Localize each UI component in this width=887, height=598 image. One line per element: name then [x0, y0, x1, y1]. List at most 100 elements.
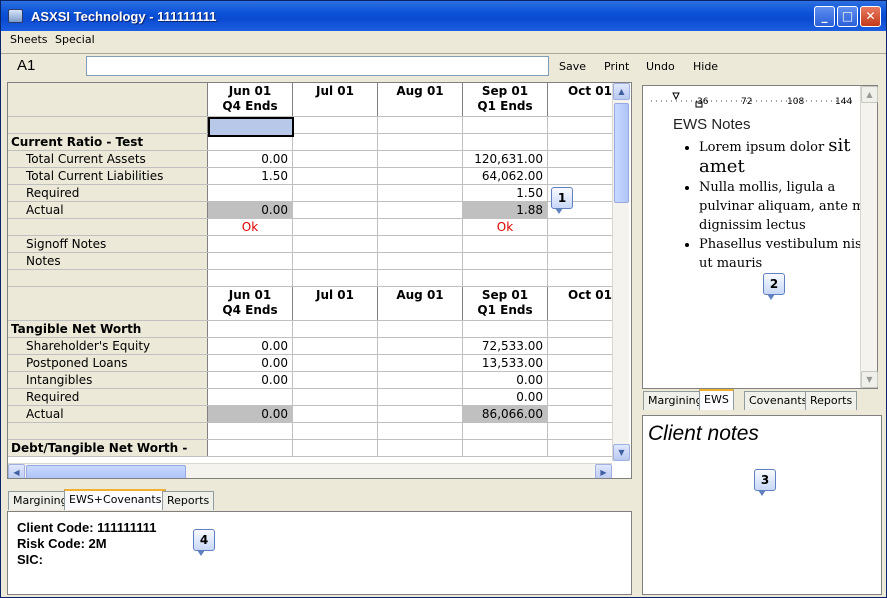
spreadsheet-grid[interactable]: Jun 01 Q4 Ends Jul 01 Aug 01 Sep 01 Q1 Ends Oc… [7, 82, 632, 479]
scroll-right-icon[interactable]: ▶ [595, 464, 612, 478]
grid-cell[interactable] [378, 338, 463, 354]
grid-cell[interactable]: 0.00 [208, 338, 293, 354]
tab-ews[interactable]: EWS [699, 389, 734, 410]
grid-cell[interactable] [208, 440, 293, 456]
column-header[interactable]: Jun 01 Q4 Ends [208, 83, 293, 116]
grid-cell[interactable] [378, 185, 463, 201]
grid-cell[interactable] [293, 321, 378, 337]
grid-cell[interactable] [378, 117, 463, 133]
grid-cell[interactable] [208, 270, 293, 286]
column-header[interactable]: Sep 01 Q1 Ends [463, 83, 548, 116]
tab-margining[interactable]: Margining [8, 491, 73, 510]
grid-cell[interactable] [293, 253, 378, 269]
grid-cell[interactable]: 1.88 [463, 202, 548, 218]
formula-input[interactable] [86, 56, 549, 76]
grid-cell[interactable]: 1.50 [208, 168, 293, 184]
grid-cell[interactable] [293, 185, 378, 201]
grid-cell[interactable] [293, 134, 378, 150]
grid-cell[interactable] [293, 236, 378, 252]
grid-cell[interactable] [378, 372, 463, 388]
close-button[interactable]: ✕ [860, 6, 881, 27]
grid-cell[interactable]: 86,066.00 [463, 406, 548, 422]
grid-cell[interactable]: 64,062.00 [463, 168, 548, 184]
grid-cell[interactable] [463, 134, 548, 150]
grid-cell[interactable] [463, 236, 548, 252]
grid-cell[interactable]: 0.00 [208, 202, 293, 218]
grid-cell[interactable] [293, 168, 378, 184]
grid-cell[interactable]: 0.00 [463, 389, 548, 405]
grid-cell[interactable] [293, 389, 378, 405]
undo-button[interactable]: Undo [646, 60, 675, 73]
tab-reports-right[interactable]: Reports [805, 391, 858, 410]
grid-cell[interactable] [208, 236, 293, 252]
grid-cell[interactable] [378, 253, 463, 269]
horizontal-scrollbar[interactable]: ◀ ▶ [8, 463, 612, 478]
grid-cell[interactable] [293, 423, 378, 439]
horizontal-scroll-thumb[interactable] [26, 465, 186, 478]
grid-cell[interactable]: 120,631.00 [463, 151, 548, 167]
grid-cell[interactable] [378, 202, 463, 218]
grid-cell[interactable] [378, 219, 463, 235]
grid-cell[interactable] [463, 440, 548, 456]
column-header[interactable]: Aug 01 [378, 287, 463, 320]
grid-cell[interactable] [208, 321, 293, 337]
scroll-down-icon[interactable]: ▼ [613, 444, 630, 461]
grid-cell[interactable]: 13,533.00 [463, 355, 548, 371]
grid-cell[interactable] [463, 423, 548, 439]
grid-cell[interactable] [378, 440, 463, 456]
maximize-button[interactable]: □ [837, 6, 858, 27]
grid-cell[interactable] [378, 389, 463, 405]
title-bar[interactable]: ASXSI Technology - 111111111 _ □ ✕ [1, 1, 886, 31]
tab-covenants[interactable]: Covenants [744, 391, 813, 410]
grid-cell[interactable] [463, 321, 548, 337]
vertical-scroll-thumb[interactable] [614, 103, 629, 203]
grid-cell[interactable] [208, 253, 293, 269]
grid-cell[interactable] [293, 117, 378, 133]
selected-cell[interactable] [208, 117, 294, 137]
scroll-up-icon[interactable]: ▲ [613, 83, 630, 100]
grid-cell[interactable] [378, 151, 463, 167]
grid-cell[interactable] [378, 168, 463, 184]
ews-scrollbar[interactable]: ▲ ▼ [860, 86, 878, 388]
column-header[interactable]: Aug 01 [378, 83, 463, 116]
grid-cell[interactable]: Ok [463, 219, 548, 235]
grid-cell[interactable]: 0.00 [208, 406, 293, 422]
grid-cell[interactable] [378, 423, 463, 439]
grid-cell[interactable] [463, 270, 548, 286]
client-notes-panel[interactable]: Client notes [642, 415, 882, 595]
vertical-scrollbar[interactable]: ▲ ▼ [612, 83, 630, 461]
grid-cell[interactable] [293, 219, 378, 235]
grid-cell[interactable] [463, 117, 548, 133]
grid-cell[interactable] [293, 270, 378, 286]
grid-cell[interactable] [378, 406, 463, 422]
grid-cell[interactable] [293, 372, 378, 388]
grid-cell[interactable] [208, 185, 293, 201]
scroll-left-icon[interactable]: ◀ [8, 464, 25, 478]
grid-cell[interactable] [293, 202, 378, 218]
save-button[interactable]: Save [559, 60, 586, 73]
grid-cell[interactable]: 1.50 [463, 185, 548, 201]
column-header[interactable]: Sep 01 Q1 Ends [463, 287, 548, 320]
scroll-down-icon[interactable]: ▼ [861, 371, 878, 388]
grid-cell[interactable] [208, 389, 293, 405]
ews-notes-editor[interactable]: 36 72 108 144 EWS Notes Lorem ipsum dolo… [642, 85, 878, 389]
print-button[interactable]: Print [604, 60, 629, 73]
grid-cell[interactable] [378, 321, 463, 337]
tab-margining-right[interactable]: Margining [643, 391, 708, 410]
grid-cell[interactable] [378, 270, 463, 286]
grid-cell[interactable] [293, 151, 378, 167]
minimize-button[interactable]: _ [814, 6, 835, 27]
grid-cell[interactable] [208, 423, 293, 439]
grid-cell[interactable]: Ok [208, 219, 293, 235]
tab-ews-covenants[interactable]: EWS+Covenants [64, 489, 167, 510]
grid-cell[interactable]: 0.00 [208, 355, 293, 371]
hide-button[interactable]: Hide [693, 60, 718, 73]
grid-cell[interactable]: 72,533.00 [463, 338, 548, 354]
menu-sheets[interactable]: Sheets [10, 33, 48, 46]
grid-cell[interactable]: 0.00 [208, 372, 293, 388]
scroll-up-icon[interactable]: ▲ [861, 86, 878, 103]
column-header[interactable]: Jul 01 [293, 287, 378, 320]
grid-cell[interactable] [293, 355, 378, 371]
grid-cell[interactable] [293, 440, 378, 456]
grid-cell[interactable] [293, 338, 378, 354]
